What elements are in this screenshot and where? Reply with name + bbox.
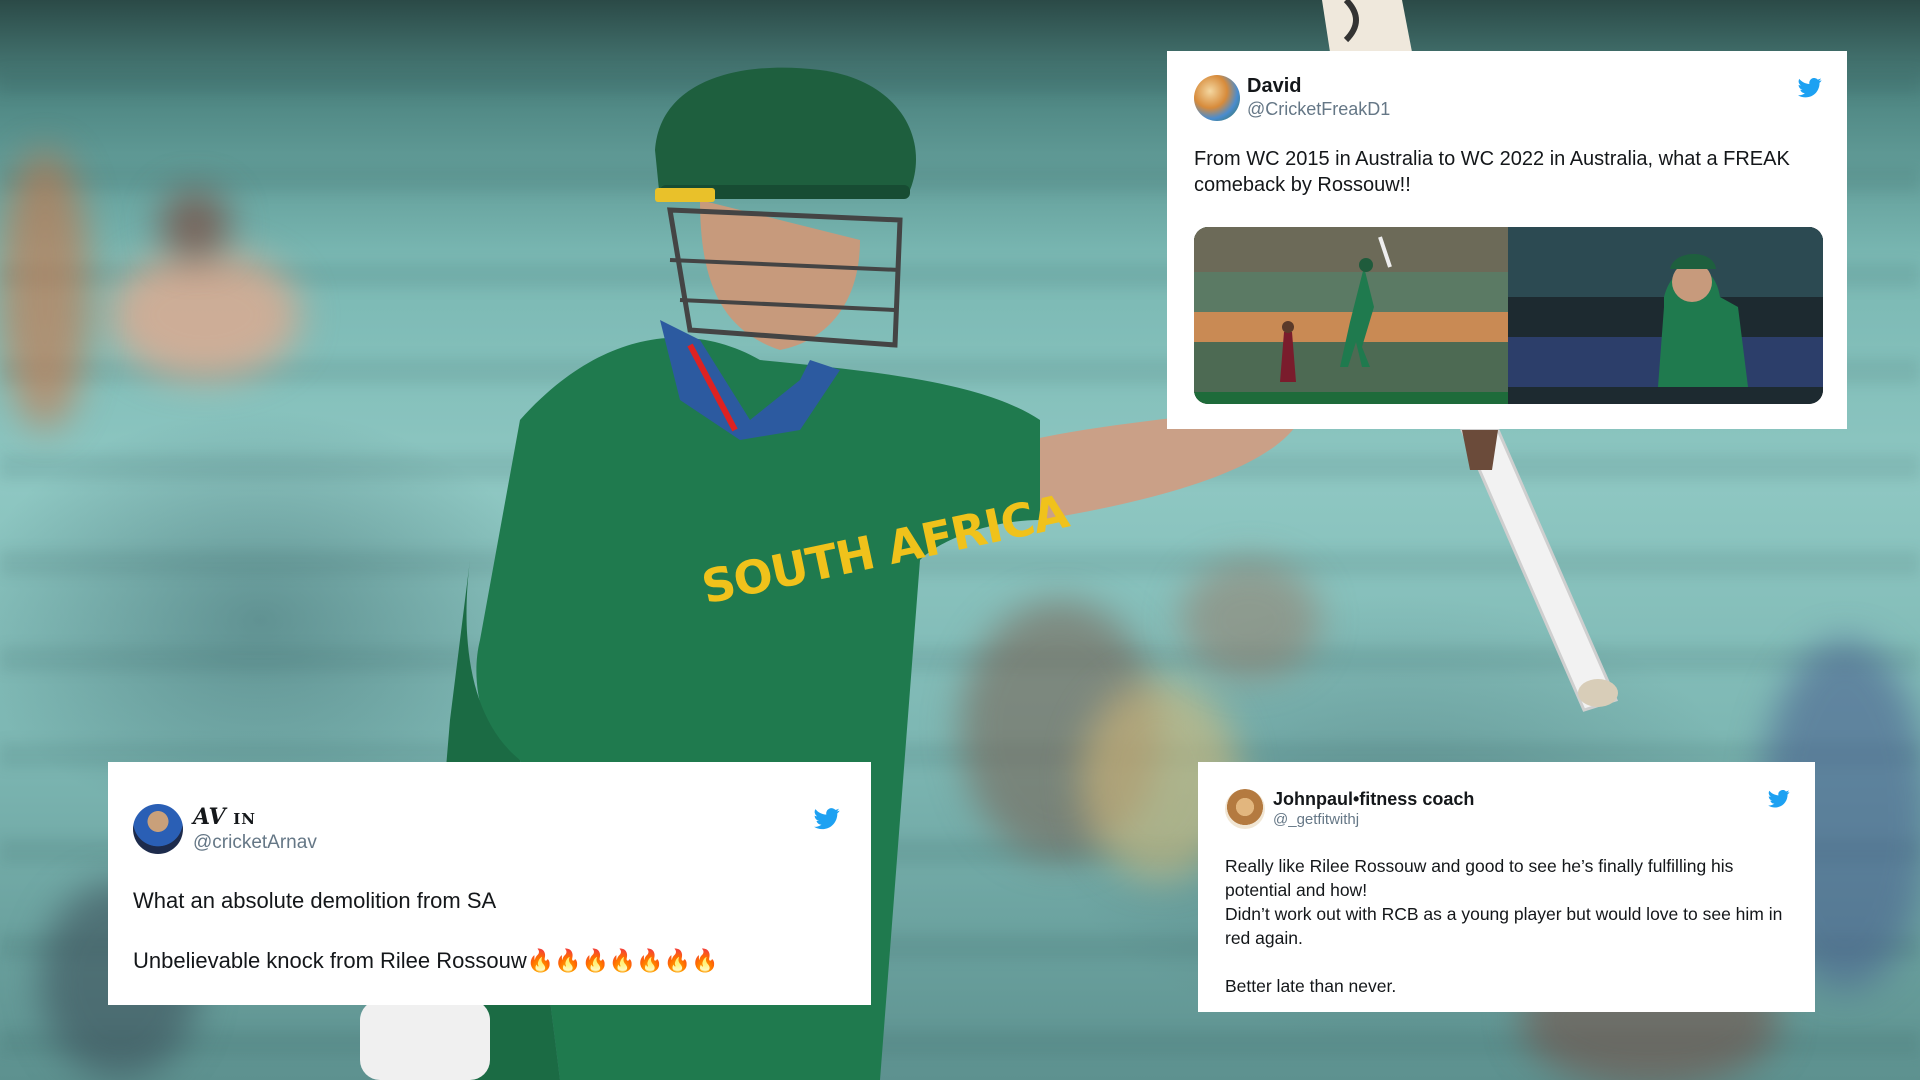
tweet-text: From WC 2015 in Australia to WC 2022 in … [1194, 148, 1790, 196]
twitter-bird-icon[interactable] [1768, 790, 1790, 808]
tweet-media[interactable] [1194, 227, 1823, 404]
tweet-author-handle[interactable]: @_getfitwithj [1273, 811, 1359, 828]
tweet-author-name-text: AV [193, 804, 226, 830]
tweet-text: What an absolute demolition from SA Unbe… [133, 888, 719, 973]
twitter-bird-icon[interactable] [814, 808, 840, 830]
tweet-author-name[interactable]: Johnpaul•fitness coach [1273, 789, 1474, 810]
avatar[interactable] [133, 804, 183, 854]
tweet-card[interactable]: AV IN @cricketArnav What an absolute dem… [108, 762, 871, 1005]
tweet-card[interactable]: Johnpaul•fitness coach @_getfitwithj Rea… [1198, 762, 1815, 1012]
tweet-author-handle[interactable]: @cricketArnav [193, 832, 317, 854]
tweet-author-name[interactable]: AV IN [193, 804, 256, 830]
avatar[interactable] [1194, 75, 1240, 121]
tweet-author-handle[interactable]: @CricketFreakD1 [1247, 99, 1390, 120]
twitter-bird-icon[interactable] [1798, 78, 1822, 98]
tweet-card[interactable]: David @CricketFreakD1 From WC 2015 in Au… [1167, 51, 1847, 429]
tweet-media-thumbnails [1194, 227, 1823, 404]
avatar[interactable] [1225, 789, 1265, 829]
tweet-author-name[interactable]: David [1247, 75, 1301, 98]
country-code-badge: IN [233, 810, 256, 828]
tweet-text: Really like Rilee Rossouw and good to se… [1225, 856, 1783, 996]
